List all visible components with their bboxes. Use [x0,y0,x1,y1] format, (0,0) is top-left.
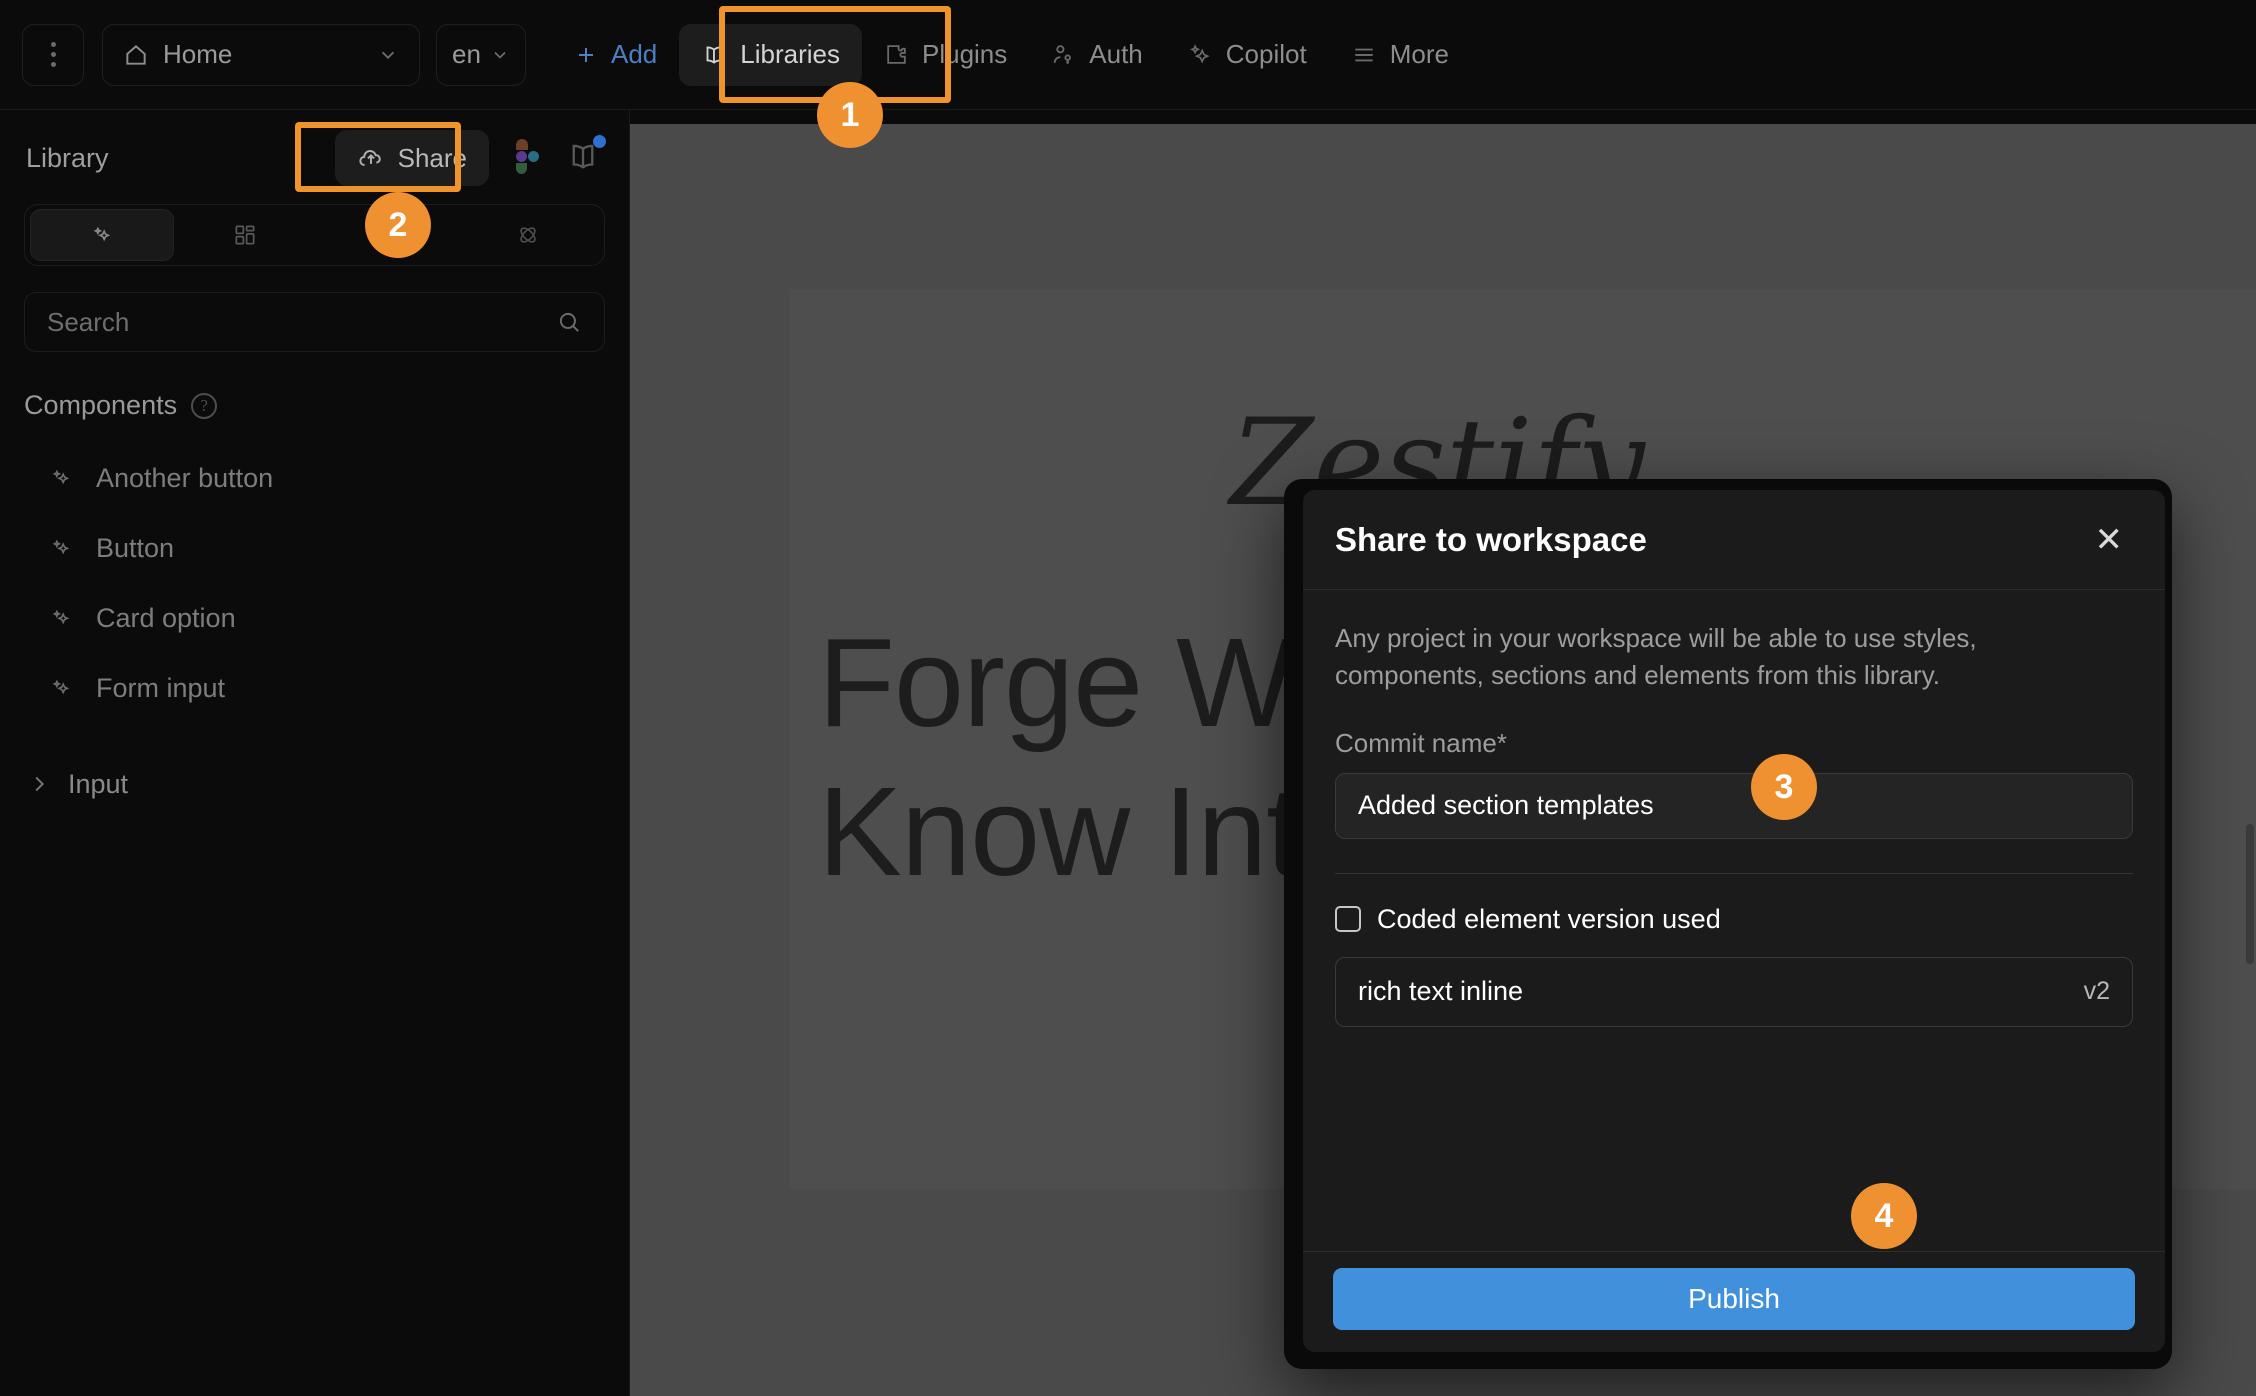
figma-icon[interactable] [513,139,539,177]
sparkle-icon [52,609,70,625]
search-placeholder: Search [47,306,130,337]
app-root: Home en Add Libraries Plugins Auth Copil… [0,0,2256,1396]
chevron-down-icon [381,51,395,59]
step-badge-1: 1 [817,82,883,148]
nav-item-add-label: Add [611,39,658,69]
checkbox[interactable] [1335,906,1361,933]
sparkle-icon [52,469,70,485]
component-label: Form input [96,672,226,703]
dialog-description: Any project in your workspace will be ab… [1335,623,1977,690]
sparkle-icon [52,539,70,555]
grid-icon [235,225,255,245]
language-label: en [452,39,481,69]
nav-item-more[interactable]: More [1329,24,1471,86]
plus-icon [579,47,593,62]
sparkle-icon [93,226,111,242]
commit-name-value: Added section templates [1358,790,1654,821]
home-icon [126,44,146,65]
chevron-down-icon [494,51,506,59]
sparkle-icon [1189,43,1210,64]
library-tab-bar [24,204,605,266]
tree-item-input[interactable]: Input [0,749,629,819]
kebab-menu-icon [50,42,56,67]
commit-name-label: Commit name* [1335,728,2133,759]
user-key-icon [1054,45,1072,64]
language-selector[interactable]: en [436,23,526,86]
commit-name-label-text: Commit name [1335,727,1497,758]
dialog-header: Share to workspace ✕ [1303,490,2165,590]
coded-element-version-checkbox-row[interactable]: Coded element version used [1335,904,2133,935]
nav-item-more-label: More [1389,39,1449,69]
kebab-menu-button[interactable] [22,23,84,86]
library-tab-styles[interactable] [457,209,599,261]
list-item[interactable]: Another button [0,443,629,513]
help-circle-icon[interactable]: ? [191,392,218,419]
dialog-body: Any project in your workspace will be ab… [1303,590,2165,1251]
close-icon[interactable]: ✕ [2085,517,2134,563]
chevron-right-icon [35,776,44,792]
atom-icon [520,227,536,243]
nav-item-copilot-label: Copilot [1225,39,1307,69]
dialog-title: Share to workspace [1335,520,1647,558]
coded-element-version: v2 [2083,977,2110,1006]
publish-button-label: Publish [1688,1283,1780,1314]
hamburger-icon [1355,48,1373,61]
step-badge-3: 3 [1751,754,1817,820]
checkbox-label: Coded element version used [1377,903,1721,934]
dialog-footer: Publish [1303,1251,2165,1352]
component-label: Card option [96,602,236,633]
step-badge-2: 2 [365,192,431,258]
library-sidebar: Library Share Search Components ? Anothe… [0,110,630,1396]
components-list: Another button Button Card option Form i… [0,443,629,819]
book-icon[interactable] [563,135,606,175]
publish-button[interactable]: Publish [1333,1268,2135,1330]
required-marker: * [1496,727,1507,758]
cloud-upload-icon [358,150,381,166]
list-item[interactable]: Form input [0,653,629,723]
library-tab-layouts[interactable] [174,209,316,261]
nav-item-libraries-label: Libraries [740,39,840,69]
nav-item-auth[interactable]: Auth [1029,24,1165,86]
page-selector-label: Home [163,39,233,69]
component-label: Button [96,532,175,563]
nav-item-add[interactable]: Add [552,24,679,86]
nav-item-copilot[interactable]: Copilot [1165,24,1329,86]
library-panel-header: Library Share [0,110,629,192]
dialog-divider [1335,872,2133,874]
library-tab-components[interactable] [30,209,174,261]
share-button[interactable]: Share [334,130,489,186]
library-header-actions: Share [334,130,606,186]
components-section-header: Components ? [24,390,605,421]
canvas-scrollbar[interactable] [2246,824,2254,964]
library-panel-title: Library [26,142,109,173]
share-to-workspace-dialog: Share to workspace ✕ Any project in your… [1303,490,2165,1352]
search-icon [559,312,579,332]
nav-item-libraries[interactable]: Libraries [679,23,862,86]
coded-element-value: rich text inline [1358,976,1524,1007]
nav-item-plugins[interactable]: Plugins [862,24,1029,86]
nav-item-auth-label: Auth [1089,39,1143,69]
search-input[interactable]: Search [24,292,605,352]
components-section-title: Components [24,390,178,420]
sparkle-icon [52,679,70,695]
nav-item-plugins-label: Plugins [921,39,1008,69]
top-bar: Home en Add Libraries Plugins Auth Copil… [0,0,2256,110]
book-icon [706,45,722,64]
share-button-label: Share [397,142,467,173]
commit-name-input[interactable]: Added section templates [1335,772,2133,839]
tree-item-label: Input [68,768,129,799]
list-item[interactable]: Button [0,513,629,583]
puzzle-icon [887,45,906,64]
coded-element-select[interactable]: rich text inline v2 [1335,956,2133,1027]
component-label: Another button [96,462,274,493]
page-selector[interactable]: Home [102,23,420,86]
book-update-badge [593,135,606,148]
step-badge-4: 4 [1851,1183,1917,1249]
top-nav: Add Libraries Plugins Auth Copilot More [552,23,1471,86]
list-item[interactable]: Card option [0,583,629,653]
